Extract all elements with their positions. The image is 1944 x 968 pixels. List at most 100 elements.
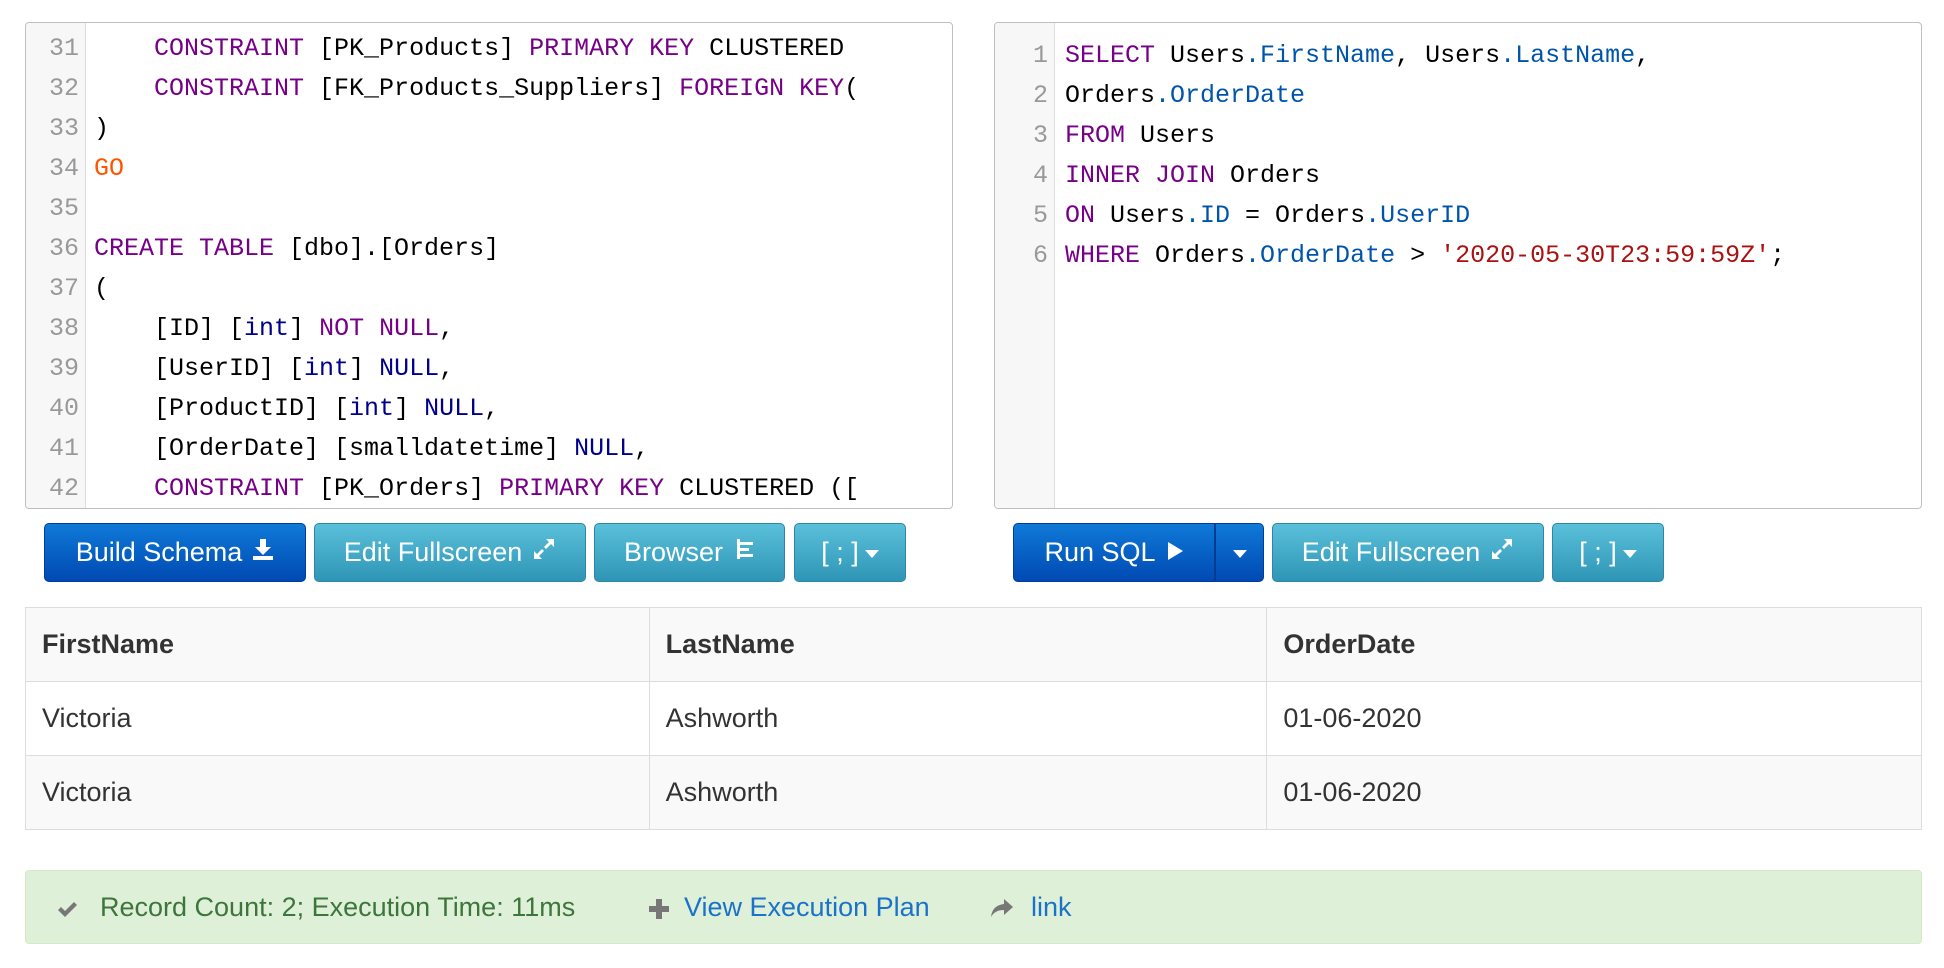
query-code-line[interactable]: 4 INNER JOIN Orders	[995, 156, 1921, 196]
browser-button[interactable]: Browser	[594, 523, 785, 582]
schema-delimiter-label: [ ; ]	[821, 537, 859, 567]
code-token: (	[94, 274, 110, 303]
schema-edit-fullscreen-button[interactable]: Edit Fullscreen	[314, 523, 586, 582]
permalink[interactable]: link	[1031, 871, 1072, 943]
code-token: NULL	[574, 434, 635, 463]
code-token: NULL	[424, 394, 485, 423]
line-code: INNER JOIN Orders	[1065, 156, 1320, 196]
column-header-lastname: LastName	[648, 607, 1268, 682]
code-token: ,	[439, 314, 455, 343]
line-code: SELECT Users.FirstName, Users.LastName,	[1065, 36, 1650, 76]
schema-code-line[interactable]: 38 [ID] [int] NOT NULL,	[26, 309, 952, 349]
line-code: CONSTRAINT [PK_Products] PRIMARY KEY CLU…	[94, 29, 844, 69]
line-code: [OrderDate] [smalldatetime] NULL,	[94, 429, 649, 469]
line-number: 36	[48, 234, 79, 263]
permalink-text[interactable]: link	[1031, 892, 1072, 922]
line-number: 3	[1032, 121, 1048, 150]
code-token: INNER JOIN	[1065, 161, 1216, 190]
query-code-line[interactable]: 1 SELECT Users.FirstName, Users.LastName,	[995, 36, 1921, 76]
query-code-line[interactable]: 5 ON Users.ID = Orders.UserID	[995, 196, 1921, 236]
code-token: Users	[1155, 41, 1246, 70]
query-edit-fullscreen-button[interactable]: Edit Fullscreen	[1272, 523, 1544, 582]
checkmark-icon	[56, 871, 78, 943]
code-token: .LastName	[1500, 41, 1636, 70]
table-row: Victoria Ashworth 01-06-2020	[25, 681, 1922, 756]
schema-code-line[interactable]: 32 CONSTRAINT [FK_Products_Suppliers] FO…	[26, 69, 952, 109]
line-code: WHERE Orders.OrderDate > '2020-05-30T23:…	[1065, 236, 1785, 276]
code-token: Users	[1125, 121, 1216, 150]
schema-code-line[interactable]: 39 [UserID] [int] NULL,	[26, 349, 952, 389]
line-number: 42	[48, 474, 79, 503]
line-number: 40	[48, 394, 79, 423]
cell-lastname: Ashworth	[648, 755, 1268, 830]
code-token: [OrderDate] [smalldatetime]	[94, 434, 575, 463]
column-header-orderdate: OrderDate	[1266, 607, 1922, 682]
code-token: CLUSTERED ([	[664, 474, 860, 503]
view-execution-plan-link[interactable]: View Execution Plan	[684, 871, 930, 943]
query-delimiter-dropdown[interactable]: [ ; ]	[1552, 523, 1664, 582]
line-number: 2	[1032, 81, 1048, 110]
code-token: ]	[394, 394, 425, 423]
line-number: 33	[48, 114, 79, 143]
chevron-down-icon	[1232, 549, 1247, 558]
query-code-line[interactable]: 2 Orders.OrderDate	[995, 76, 1921, 116]
line-number: 31	[48, 34, 79, 63]
query-delimiter-label: [ ; ]	[1579, 537, 1617, 567]
schema-code-line[interactable]: 40 [ProductID] [int] NULL,	[26, 389, 952, 429]
line-code: (	[94, 269, 109, 309]
code-token: PRIMARY KEY	[529, 34, 695, 63]
line-code: FROM Users	[1065, 116, 1215, 156]
build-schema-button[interactable]: Build Schema	[44, 523, 306, 582]
code-token: SELECT	[1065, 41, 1156, 70]
line-number: 32	[48, 74, 79, 103]
schema-code-line[interactable]: 36 CREATE TABLE [dbo].[Orders]	[26, 229, 952, 269]
schema-delimiter-dropdown[interactable]: [ ; ]	[794, 523, 906, 582]
code-token: NOT NULL	[319, 314, 440, 343]
cell-firstname: Victoria	[25, 681, 650, 756]
code-token: ;	[1770, 241, 1786, 270]
code-token: .OrderDate	[1155, 81, 1306, 110]
code-token: GO	[94, 154, 125, 183]
build-schema-label: Build Schema	[75, 537, 243, 567]
schema-code-lines: 31 CONSTRAINT [PK_Products] PRIMARY KEY …	[26, 29, 952, 508]
line-number: 38	[48, 314, 79, 343]
schema-code-line[interactable]: 41 [OrderDate] [smalldatetime] NULL,	[26, 429, 952, 469]
schema-code-line[interactable]: 31 CONSTRAINT [PK_Products] PRIMARY KEY …	[26, 29, 952, 69]
code-token: CONSTRAINT	[154, 74, 305, 103]
code-token: ,	[1635, 41, 1651, 70]
code-token: Orders	[1065, 81, 1156, 110]
query-code-line[interactable]: 3 FROM Users	[995, 116, 1921, 156]
schema-code-line[interactable]: 34 GO	[26, 149, 952, 189]
code-token: Orders	[1140, 241, 1246, 270]
run-sql-button[interactable]: Run SQL	[1013, 523, 1215, 582]
schema-editor[interactable]: 31 CONSTRAINT [PK_Products] PRIMARY KEY …	[25, 22, 953, 509]
cell-lastname: Ashworth	[648, 681, 1268, 756]
schema-code-line[interactable]: 33)	[26, 109, 952, 149]
code-token: Users	[1095, 201, 1186, 230]
code-token: .UserID	[1365, 201, 1471, 230]
line-code: CREATE TABLE [dbo].[Orders]	[94, 229, 499, 269]
schema-code-line[interactable]: 35	[26, 189, 952, 229]
run-sql-dropdown-toggle[interactable]	[1215, 523, 1264, 582]
execution-summary: Record Count: 2; Execution Time: 11ms	[100, 892, 576, 922]
query-editor[interactable]: 1 SELECT Users.FirstName, Users.LastName,…	[994, 22, 1922, 509]
code-token: [dbo].[Orders]	[274, 234, 500, 263]
table-row: Victoria Ashworth 01-06-2020	[25, 755, 1922, 830]
code-token: ON	[1065, 201, 1096, 230]
code-token: [ID] [	[94, 314, 245, 343]
line-number: 39	[48, 354, 79, 383]
code-token: FOREIGN KEY	[679, 74, 845, 103]
query-code-line[interactable]: 6 WHERE Orders.OrderDate > '2020-05-30T23…	[995, 236, 1921, 276]
code-token: int	[304, 354, 350, 383]
line-code: [ID] [int] NOT NULL,	[94, 309, 454, 349]
schema-code-line[interactable]: 42 CONSTRAINT [PK_Orders] PRIMARY KEY CL…	[26, 469, 952, 508]
cell-orderdate: 01-06-2020	[1266, 681, 1922, 756]
line-code: GO	[94, 149, 124, 189]
schema-code-line[interactable]: 37 (	[26, 269, 952, 309]
line-number: 37	[48, 274, 79, 303]
share-arrow-icon	[989, 871, 1015, 943]
code-token: WHERE	[1065, 241, 1141, 270]
line-number: 5	[1032, 201, 1048, 230]
view-execution-plan-text[interactable]: View Execution Plan	[684, 892, 930, 922]
